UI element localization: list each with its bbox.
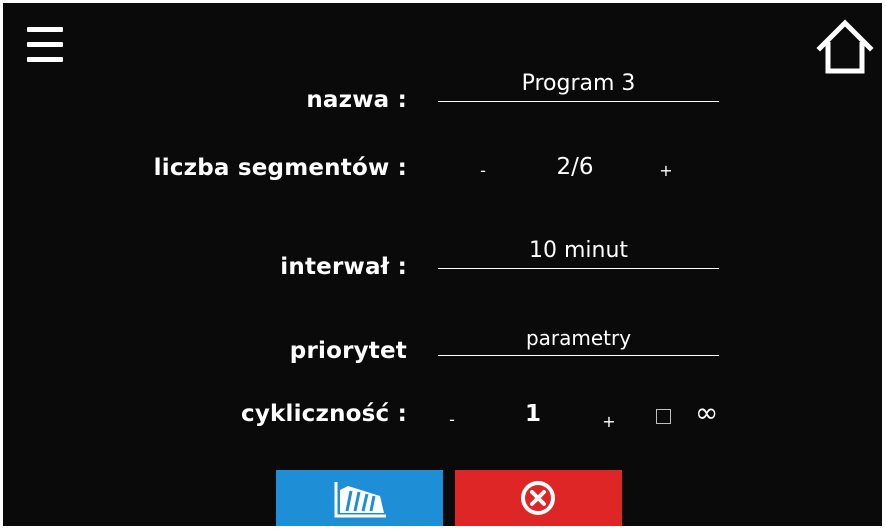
cyclicity-label: cykliczność : — [240, 401, 407, 427]
cancel-button[interactable] — [455, 470, 622, 526]
infinite-cycle-checkbox[interactable] — [656, 409, 671, 424]
segments-increase-button[interactable]: + — [651, 156, 681, 186]
segments-value: 2/6 — [556, 154, 594, 180]
interval-label: interwał : — [280, 254, 407, 280]
profile-chart-button[interactable] — [276, 470, 443, 526]
segments-label: liczba segmentów : — [153, 155, 407, 181]
cancel-circle-x-icon — [521, 481, 555, 515]
home-icon[interactable] — [816, 18, 874, 76]
priority-label: priorytet — [289, 338, 407, 364]
name-field[interactable]: Program 3 — [438, 67, 719, 102]
profile-chart-icon — [334, 482, 386, 518]
interval-field[interactable]: 10 minut — [438, 234, 719, 269]
infinity-symbol: ∞ — [695, 396, 719, 429]
priority-field[interactable]: parametry — [438, 321, 719, 356]
name-label: nazwa : — [306, 87, 407, 113]
cyclicity-value: 1 — [524, 401, 541, 427]
cyclicity-increase-button[interactable]: + — [594, 407, 624, 437]
hamburger-menu-icon[interactable] — [27, 25, 65, 65]
segments-decrease-button[interactable]: - — [468, 156, 498, 186]
program-settings-screen: nazwa : Program 3 liczba segmentów : - 2… — [3, 3, 882, 526]
cyclicity-decrease-button[interactable]: - — [437, 405, 467, 435]
